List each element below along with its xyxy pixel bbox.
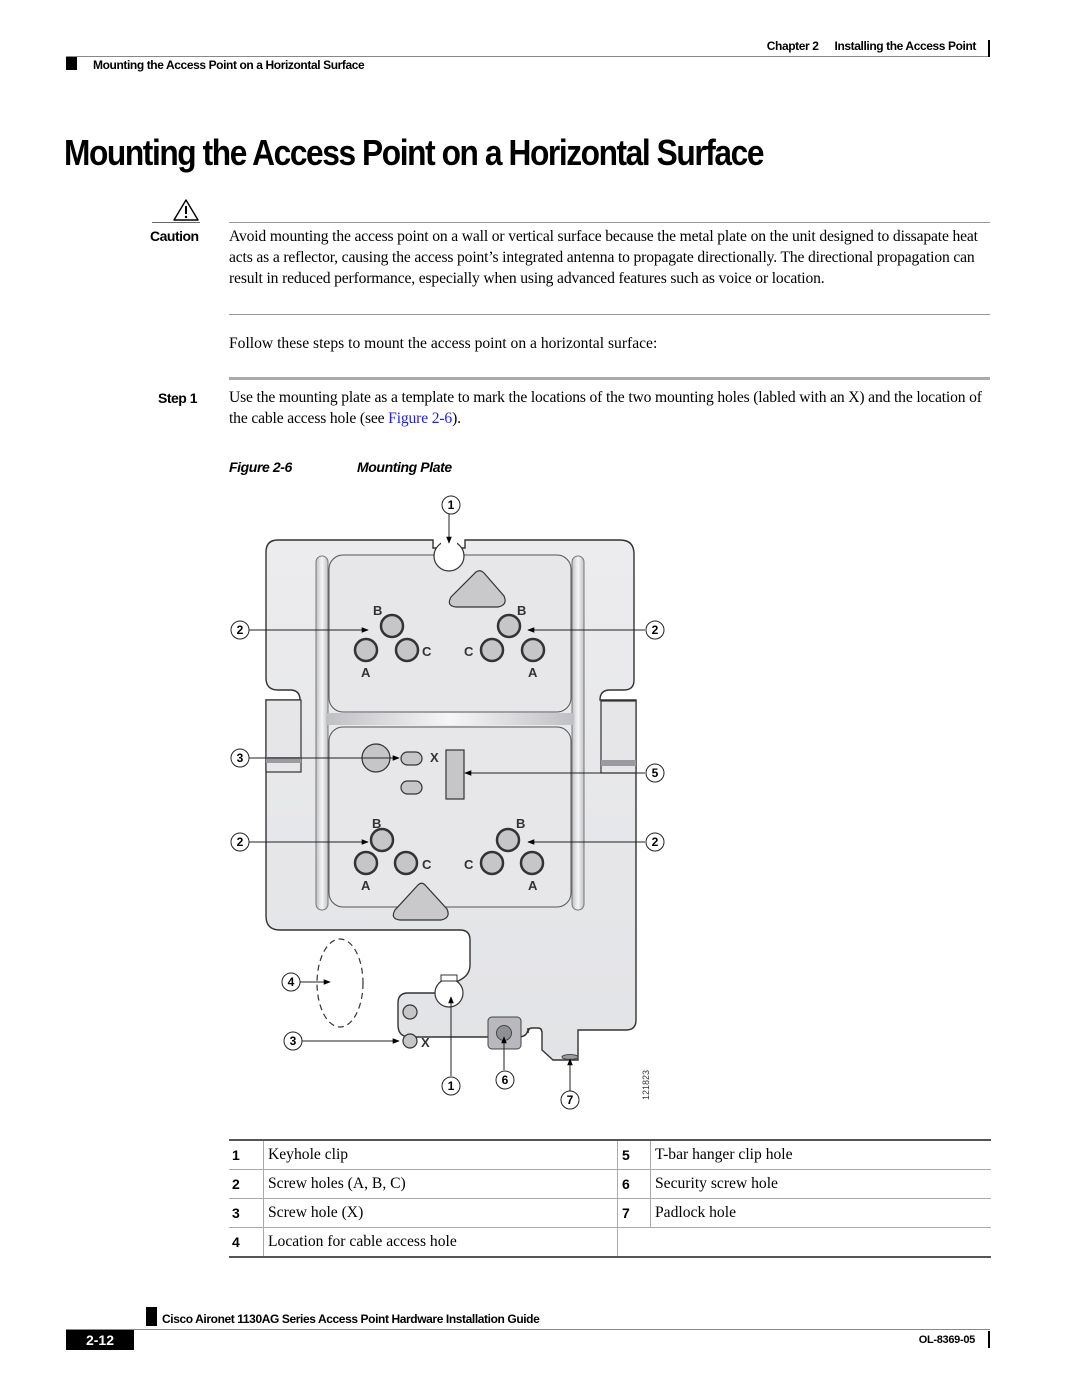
callout-2-ul: 2 xyxy=(230,620,250,640)
legend-desc: Security screw hole xyxy=(650,1169,991,1199)
svg-text:5: 5 xyxy=(652,766,659,780)
intro-paragraph: Follow these steps to mount the access p… xyxy=(229,335,658,352)
table-row: 2 Screw holes (A, B, C) 6 Security screw… xyxy=(229,1169,991,1199)
label-a-lr: A xyxy=(528,878,538,893)
legend-desc: Padlock hole xyxy=(650,1198,991,1228)
svg-text:3: 3 xyxy=(290,1034,297,1048)
table-row: 4 Location for cable access hole xyxy=(229,1227,991,1258)
art-id: 121823 xyxy=(641,1070,651,1100)
step-text: Use the mounting plate as a template to … xyxy=(229,387,999,429)
legend-num: 5 xyxy=(617,1139,651,1170)
svg-text:1: 1 xyxy=(448,498,455,512)
legend-desc: T-bar hanger clip hole xyxy=(650,1139,991,1170)
label-c-ul: C xyxy=(422,644,432,659)
legend-desc: Screw hole (X) xyxy=(263,1198,618,1228)
label-b-ul: B xyxy=(373,603,382,618)
page-number: 2-12 xyxy=(66,1330,134,1350)
running-header-chapter: Chapter 2 Installing the Access Point xyxy=(766,39,977,53)
legend-num: 4 xyxy=(229,1227,264,1258)
legend-desc: Location for cable access hole xyxy=(263,1227,618,1258)
figure-link[interactable]: Figure 2-6 xyxy=(388,410,452,427)
figure-number: Figure 2-6 xyxy=(229,459,292,475)
step-text-before: Use the mounting plate as a template to … xyxy=(229,389,982,427)
small-hole xyxy=(402,1004,418,1020)
legend-empty-cell xyxy=(617,1227,991,1258)
table-row: 1 Keyhole clip 5 T-bar hanger clip hole xyxy=(229,1139,991,1170)
callout-1-top: 1 xyxy=(441,495,461,515)
svg-text:2: 2 xyxy=(237,835,244,849)
padlock-hole xyxy=(561,1054,579,1060)
svg-text:3: 3 xyxy=(237,751,244,765)
svg-text:6: 6 xyxy=(502,1073,509,1087)
header-edge-bar xyxy=(988,40,990,57)
x-screw-hole-bottom xyxy=(402,1033,418,1049)
table-row: 3 Screw hole (X) 7 Padlock hole xyxy=(229,1198,991,1228)
header-rule xyxy=(66,56,990,57)
callout-2-ur: 2 xyxy=(645,620,665,640)
svg-text:1: 1 xyxy=(448,1079,455,1093)
footer-marker xyxy=(146,1307,157,1326)
label-b-ll: B xyxy=(372,816,381,831)
step-text-after: ). xyxy=(452,410,461,427)
svg-text:2: 2 xyxy=(237,623,244,637)
svg-text:7: 7 xyxy=(567,1093,574,1107)
document-number: OL-8369-05 xyxy=(918,1334,976,1346)
step-rule xyxy=(229,377,990,380)
caution-label: Caution xyxy=(150,228,199,244)
keyhole-bottom xyxy=(434,978,464,1008)
label-c-ll: C xyxy=(422,857,432,872)
label-b-ur: B xyxy=(517,603,526,618)
label-b-lr: B xyxy=(516,816,525,831)
legend-num: 1 xyxy=(229,1139,264,1170)
caution-text: Avoid mounting the access point on a wal… xyxy=(229,228,978,287)
label-x-lower: X xyxy=(421,1035,430,1050)
label-a-ur: A xyxy=(528,665,538,680)
label-x-upper: X xyxy=(430,750,439,765)
caution-rule-top xyxy=(229,222,990,223)
svg-text:2: 2 xyxy=(652,623,659,637)
legend-desc: Keyhole clip xyxy=(263,1139,618,1170)
figure-title: Mounting Plate xyxy=(357,459,452,475)
cable-access-outline xyxy=(316,938,364,1028)
chapter-title: Installing the Access Point xyxy=(834,39,977,53)
callout-3-lower: 3 xyxy=(283,1031,303,1051)
legend-num: 3 xyxy=(229,1198,264,1228)
label-c-ur: C xyxy=(464,644,474,659)
callout-3-upper: 3 xyxy=(230,748,250,768)
callout-7: 7 xyxy=(560,1090,580,1110)
callout-2-ll: 2 xyxy=(230,832,250,852)
label-a-ul: A xyxy=(361,665,371,680)
callout-1-bottom: 1 xyxy=(441,1076,461,1096)
callout-5: 5 xyxy=(645,763,665,783)
figure-caption: Figure 2-6 Mounting Plate xyxy=(229,459,452,475)
page-title: Mounting the Access Point on a Horizonta… xyxy=(64,132,764,173)
footer-edge-bar xyxy=(988,1331,990,1348)
label-c-lr: C xyxy=(464,857,474,872)
callout-2-lr: 2 xyxy=(645,832,665,852)
callout-6: 6 xyxy=(495,1070,515,1090)
t-bar-slot xyxy=(445,749,465,800)
caution-icon-rule xyxy=(152,222,200,223)
figure-legend-table: 1 Keyhole clip 5 T-bar hanger clip hole … xyxy=(229,1139,991,1258)
legend-num: 7 xyxy=(617,1198,651,1228)
x-slot-upper xyxy=(400,751,423,766)
chapter-label: Chapter 2 xyxy=(766,39,819,53)
header-section-marker xyxy=(66,57,77,70)
upper-panel xyxy=(328,554,572,713)
x-slot-lower xyxy=(400,780,423,795)
callout-4: 4 xyxy=(281,972,301,992)
svg-text:2: 2 xyxy=(652,835,659,849)
warning-triangle-icon xyxy=(173,199,199,221)
running-header-section: Mounting the Access Point on a Horizonta… xyxy=(93,58,365,72)
legend-num: 6 xyxy=(617,1169,651,1199)
footer-guide-title: Cisco Aironet 1130AG Series Access Point… xyxy=(162,1312,540,1326)
svg-text:4: 4 xyxy=(288,975,295,989)
legend-desc: Screw holes (A, B, C) xyxy=(263,1169,618,1199)
footer-rule xyxy=(66,1329,990,1330)
label-a-ll: A xyxy=(361,878,371,893)
step-label: Step 1 xyxy=(158,390,198,406)
caution-rule-bottom xyxy=(229,314,990,315)
legend-num: 2 xyxy=(229,1169,264,1199)
